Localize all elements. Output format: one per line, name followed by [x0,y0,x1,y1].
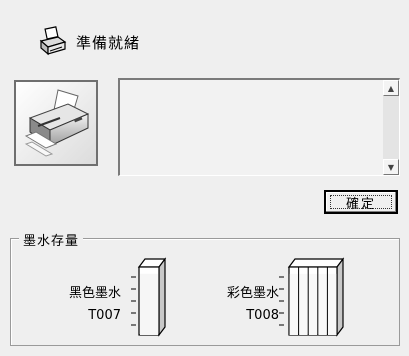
ok-button[interactable]: 確定 [324,190,398,214]
status-message-box[interactable]: ▲ ▼ [118,78,400,176]
color-ink-name: 彩色墨水 [226,286,279,301]
black-ink-scale-ticks [131,276,136,326]
ink-levels-title: 墨水存量 [19,230,84,249]
status-text: 準備就緒 [76,33,141,52]
color-ink-channel-1 [289,273,299,335]
status-row: 準備就緒 [36,24,140,60]
focus-outline [330,195,392,209]
ink-levels-group: 墨水存量 黑色墨水 T007 彩色墨水 T008 [10,230,400,346]
scroll-up-button[interactable]: ▲ [383,80,399,96]
printer-icon [39,26,67,56]
color-ink-cartridge-gauge [279,257,345,337]
black-ink-label: 黑色墨水 T007 [51,283,121,327]
black-ink-cartridge: T007 [88,308,121,323]
scroll-up-arrow-icon: ▲ [387,83,395,93]
color-ink-channels [289,267,337,335]
message-scrollbar[interactable]: ▲ ▼ [383,80,399,175]
color-ink-channel-3 [308,273,318,335]
scroll-down-button[interactable]: ▼ [383,159,399,175]
color-ink-cartridge: T008 [246,308,279,323]
color-ink-label: 彩色墨水 T008 [209,283,279,327]
black-ink-cartridge-gauge [131,257,167,337]
black-ink-name: 黑色墨水 [68,286,121,301]
printer-illustration [14,80,98,166]
color-ink-channel-4 [318,273,327,335]
color-ink-channel-5 [327,273,337,335]
status-message-text [120,80,383,175]
printer-image [16,82,96,164]
color-ink-scale-ticks [279,276,284,326]
printer-status-dialog: 準備就緒 ▲ ▼ 確定 墨水存量 黑色墨水 T007 彩色墨水 T008 [0,0,409,356]
color-ink-channel-2 [299,273,308,335]
scroll-down-arrow-icon: ▼ [387,162,395,172]
black-ink-level-fill [140,273,158,335]
